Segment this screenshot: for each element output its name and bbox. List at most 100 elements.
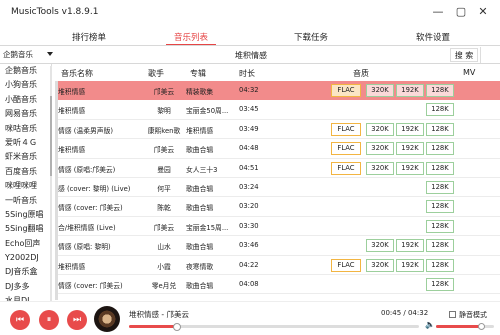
quality-192k-button[interactable]: 192K	[396, 258, 424, 272]
source-item[interactable]: 咪哩咪哩	[0, 179, 51, 193]
volume-icon: 🔈	[425, 320, 435, 329]
scrollbar-thumb[interactable]	[50, 96, 52, 176]
source-item[interactable]: DJ多多	[0, 280, 51, 294]
source-item[interactable]: 虾米音乐	[0, 150, 51, 164]
mute-label: 静音模式	[459, 311, 487, 319]
table-row[interactable]: 堆积情感 黎明 宝丽金50周... 03:45 128K	[58, 100, 500, 120]
quality-128k-button[interactable]: 128K	[426, 103, 454, 117]
quality-192k-button[interactable]: 192K	[396, 122, 424, 136]
song-album: 歌曲合辑	[186, 146, 214, 155]
song-duration: 03:30	[239, 221, 259, 230]
album-cover	[94, 306, 120, 332]
quality-192k-button[interactable]: 192K	[396, 142, 424, 156]
tab-music-list[interactable]: 音乐列表	[174, 31, 208, 43]
quality-128k-button[interactable]: 128K	[426, 122, 454, 136]
quality-flac-button[interactable]: FLAC	[331, 122, 361, 136]
volume-knob[interactable]	[477, 322, 485, 330]
source-list: 企鹅音乐 小狗音乐 小酷音乐 网易音乐 咪咕音乐 爱听４Ｇ 虾米音乐 百度音乐 咪哩咪哩 一听音乐…	[0, 64, 52, 301]
progress-knob[interactable]	[173, 322, 182, 331]
table-row[interactable]: 情感 (cover: 邝美云) 陈乾 歌曲合辑 03:20 128K	[58, 197, 500, 217]
source-item[interactable]: Y2002DJ	[0, 251, 51, 265]
quality-flac-button[interactable]: FLAC	[331, 142, 361, 156]
table-row[interactable]: 感 (cover: 黎明) (Live) 何平 歌曲合辑 03:24 128K	[58, 178, 500, 198]
source-item[interactable]: 小酷音乐	[0, 93, 51, 107]
quality-flac-button[interactable]: FLAC	[331, 84, 361, 97]
quality-320k-button[interactable]: 320K	[366, 239, 394, 253]
quality-192k-button[interactable]: 192K	[396, 161, 424, 175]
quality-128k-button[interactable]: 128K	[426, 142, 454, 156]
volume-slider[interactable]	[436, 322, 494, 330]
quality-192k-button[interactable]: 192K	[396, 84, 424, 97]
minimize-button[interactable]: —	[431, 5, 445, 19]
song-artist: 陈乾	[157, 204, 171, 213]
table-row[interactable]: 情感 (cover: 邝美云) 零e月兑 歌曲合辑 04:08 128K	[58, 275, 500, 295]
quality-128k-button[interactable]: 128K	[426, 161, 454, 175]
next-button[interactable]: ⏭	[67, 310, 87, 330]
header-name: 音乐名称	[61, 69, 93, 78]
song-name: 情感 (原唱:邝美云)	[58, 165, 116, 174]
tab-settings[interactable]: 软件设置	[416, 31, 450, 43]
progress-fill	[129, 325, 178, 328]
tab-downloads[interactable]: 下载任务	[294, 31, 328, 43]
source-item[interactable]: 企鹅音乐	[0, 64, 51, 78]
tab-rankings[interactable]: 排行榜单	[72, 31, 106, 43]
song-album: 宝丽金15周...	[186, 223, 229, 232]
source-item[interactable]: 咪咕音乐	[0, 122, 51, 136]
search-button[interactable]: 搜 索	[450, 48, 478, 62]
source-item[interactable]: Echo回声	[0, 237, 51, 251]
source-list-scrollbar[interactable]	[50, 66, 52, 301]
header-duration: 时长	[239, 69, 255, 78]
table-row[interactable]: 堆积情感 小霞 夜寒情歌 04:22 FLAC 320K 192K 128K	[58, 256, 500, 275]
previous-button[interactable]: ⏮	[10, 310, 30, 330]
progress-slider[interactable]	[129, 322, 419, 331]
table-row[interactable]: 情感 (原唱:邝美云) 曼园 女人三十3 04:51 FLAC 320K 192K 128K	[58, 159, 500, 178]
quality-flac-button[interactable]: FLAC	[331, 161, 361, 175]
source-item[interactable]: 5Sing原唱	[0, 208, 51, 222]
table-row[interactable]: 堆积情感 邝美云 精装歌集 04:32 FLAC 320K 192K 128K	[58, 81, 500, 101]
song-artist: 何平	[157, 184, 171, 193]
pause-button[interactable]: ⏸	[39, 310, 59, 330]
quality-128k-button[interactable]: 128K	[426, 258, 454, 272]
song-name: 情感 (cover: 邝美云)	[58, 204, 123, 213]
song-artist: 邝美云	[153, 88, 175, 96]
table-row[interactable]: 合/堆积情感 (Live) 邝美云 宝丽金15周... 03:30 128K	[58, 217, 500, 237]
header-album: 专辑	[190, 69, 206, 78]
quality-320k-button[interactable]: 320K	[366, 142, 394, 156]
quality-128k-button[interactable]: 128K	[426, 219, 454, 233]
source-item[interactable]: 水月DJ	[0, 294, 51, 301]
playback-time: 00:45 / 04:32	[381, 309, 429, 317]
song-name: 堆积情感	[58, 107, 86, 116]
source-item[interactable]: 网易音乐	[0, 107, 51, 121]
quality-320k-button[interactable]: 320K	[366, 258, 394, 272]
search-input[interactable]	[56, 48, 446, 62]
source-item[interactable]: 小狗音乐	[0, 78, 51, 92]
quality-128k-button[interactable]: 128K	[426, 277, 454, 291]
volume-fill	[436, 325, 482, 328]
song-album: 歌曲合辑	[186, 204, 214, 213]
quality-128k-button[interactable]: 128K	[426, 239, 454, 253]
song-name: 堆积情感	[58, 88, 86, 96]
quality-320k-button[interactable]: 320K	[366, 161, 394, 175]
maximize-button[interactable]: ▢	[454, 5, 468, 19]
quality-320k-button[interactable]: 320K	[366, 84, 394, 97]
close-button[interactable]: ✕	[476, 5, 490, 19]
table-row[interactable]: 情感 (温柔男声版) 康熙ken歌 堆积情感 03:49 FLAC 320K 192K 128…	[58, 120, 500, 140]
song-album: 精装歌集	[186, 88, 214, 96]
source-item[interactable]: 一听音乐	[0, 194, 51, 208]
table-row[interactable]: 情感 (原唱: 黎明) 山水 歌曲合辑 03:46 320K 192K 128K	[58, 236, 500, 256]
quality-128k-button[interactable]: 128K	[426, 200, 454, 214]
quality-128k-button[interactable]: 128K	[426, 180, 454, 194]
quality-320k-button[interactable]: 320K	[366, 122, 394, 136]
quality-flac-button[interactable]: FLAC	[331, 258, 361, 272]
source-item[interactable]: DJ音乐盒	[0, 265, 51, 279]
quality-192k-button[interactable]: 192K	[396, 239, 424, 253]
source-item[interactable]: 爱听４Ｇ	[0, 136, 51, 150]
quality-128k-button[interactable]: 128K	[426, 84, 454, 97]
song-name: 感 (cover: 黎明) (Live)	[58, 184, 131, 193]
source-dropdown[interactable]: 企鹅音乐	[3, 49, 53, 62]
song-album: 夜寒情歌	[186, 262, 214, 271]
source-item[interactable]: 百度音乐	[0, 165, 51, 179]
table-row[interactable]: 堆积情感 邝美云 歌曲合辑 04:48 FLAC 320K 192K 128K	[58, 139, 500, 159]
mute-checkbox[interactable]	[449, 311, 456, 318]
source-item[interactable]: 5Sing翻唱	[0, 222, 51, 236]
